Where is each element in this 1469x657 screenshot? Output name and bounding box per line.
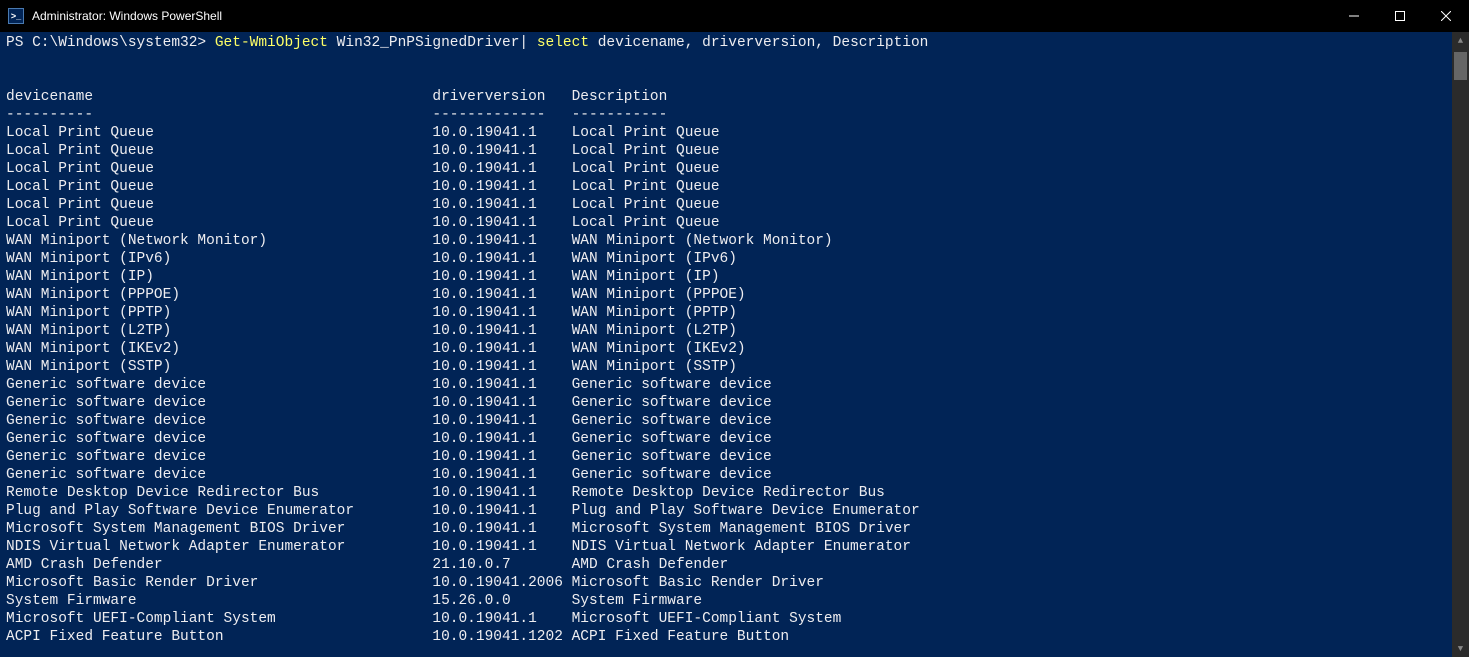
minimize-button[interactable] <box>1331 0 1377 32</box>
titlebar[interactable]: >_ Administrator: Windows PowerShell <box>0 0 1469 32</box>
scroll-down-arrow[interactable]: ▼ <box>1452 640 1469 657</box>
window-title: Administrator: Windows PowerShell <box>32 9 222 23</box>
titlebar-left: >_ Administrator: Windows PowerShell <box>0 8 222 24</box>
vertical-scrollbar[interactable]: ▲ ▼ <box>1452 32 1469 657</box>
maximize-icon <box>1395 11 1405 21</box>
maximize-button[interactable] <box>1377 0 1423 32</box>
terminal-output[interactable]: PS C:\Windows\system32> Get-WmiObject Wi… <box>0 32 1452 657</box>
terminal-area: PS C:\Windows\system32> Get-WmiObject Wi… <box>0 32 1469 657</box>
titlebar-buttons <box>1331 0 1469 32</box>
minimize-icon <box>1349 11 1359 21</box>
close-button[interactable] <box>1423 0 1469 32</box>
scroll-up-arrow[interactable]: ▲ <box>1452 32 1469 49</box>
close-icon <box>1441 11 1451 21</box>
powershell-icon: >_ <box>8 8 24 24</box>
scroll-thumb[interactable] <box>1454 52 1467 80</box>
powershell-window: >_ Administrator: Windows PowerShell PS … <box>0 0 1469 657</box>
